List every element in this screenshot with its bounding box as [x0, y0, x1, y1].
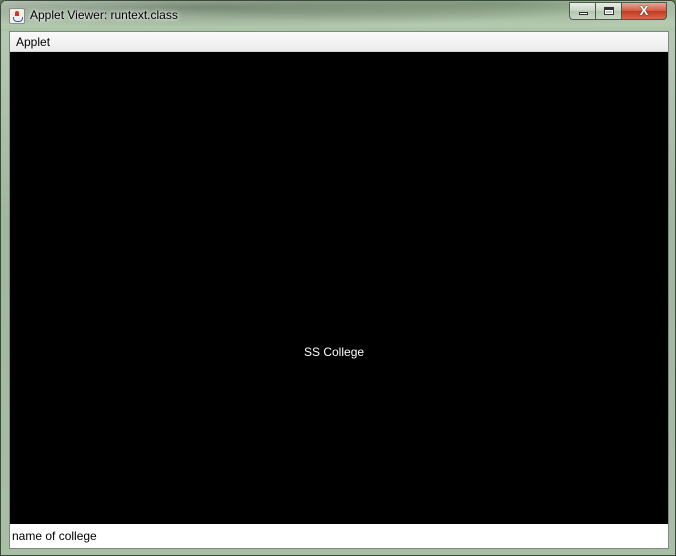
maximize-icon [604, 7, 614, 15]
maximize-button[interactable] [596, 2, 622, 20]
window-controls: X [569, 2, 667, 20]
client-area: Applet SS College name of college [9, 31, 669, 549]
menu-applet[interactable]: Applet [16, 35, 50, 49]
close-button[interactable]: X [622, 2, 667, 20]
window-title: Applet Viewer: runtext.class [30, 8, 178, 22]
applet-viewer-window: Applet Viewer: runtext.class X Applet SS… [0, 0, 676, 556]
minimize-icon [579, 12, 588, 15]
applet-canvas[interactable]: SS College [10, 52, 668, 524]
menu-bar: Applet [10, 32, 668, 52]
java-icon[interactable] [9, 8, 25, 24]
status-text: name of college [12, 529, 97, 543]
status-bar: name of college [10, 524, 668, 548]
minimize-button[interactable] [569, 2, 596, 20]
close-icon: X [639, 3, 649, 18]
title-bar[interactable]: Applet Viewer: runtext.class X [1, 1, 675, 31]
applet-running-text: SS College [304, 345, 365, 359]
